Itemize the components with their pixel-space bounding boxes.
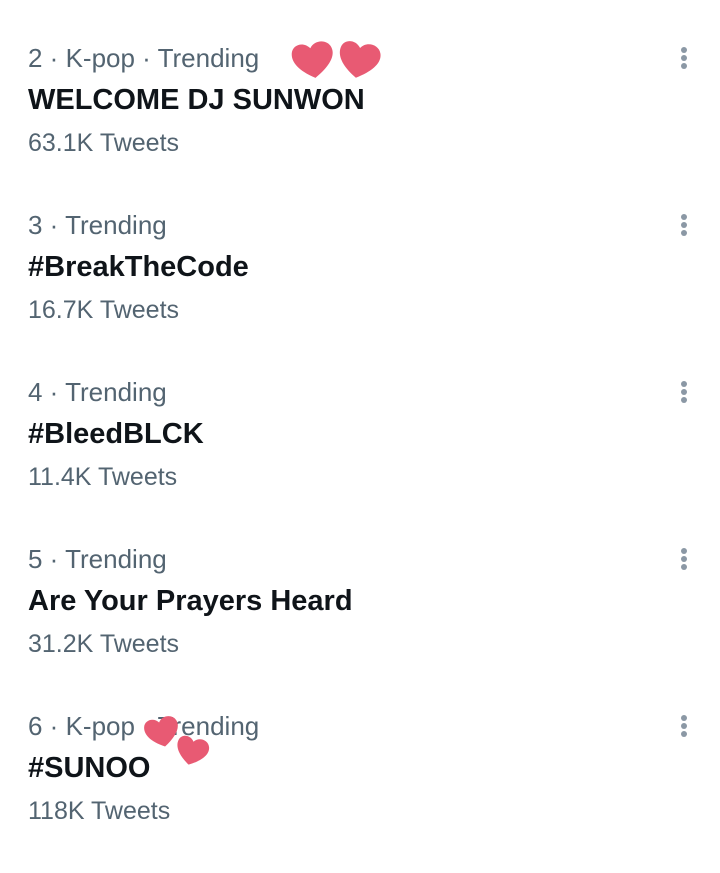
trends-list: 2 · K-pop · Trending WELCOME DJ SUNWON 6… xyxy=(0,0,720,854)
more-options-button[interactable] xyxy=(672,209,696,241)
trend-meta: 2 · K-pop · Trending xyxy=(28,43,260,73)
trend-meta: 3 · Trending xyxy=(28,210,167,240)
more-options-button[interactable] xyxy=(672,376,696,408)
more-vertical-icon xyxy=(681,214,687,236)
trend-meta: 4 · Trending xyxy=(28,377,167,407)
trend-tweet-count: 16.7K Tweets xyxy=(28,296,180,324)
trend-tweet-count: 11.4K Tweets xyxy=(28,463,178,491)
trend-tweet-count: 118K Tweets xyxy=(28,797,171,825)
trend-item-2[interactable]: 2 · K-pop · Trending WELCOME DJ SUNWON 6… xyxy=(0,38,720,205)
more-vertical-icon xyxy=(681,381,687,403)
more-options-button[interactable] xyxy=(672,42,696,74)
more-vertical-icon xyxy=(681,47,687,69)
more-options-button[interactable] xyxy=(672,710,696,742)
trend-item-4[interactable]: 4 · Trending #BleedBLCK 11.4K Tweets xyxy=(0,372,720,539)
more-vertical-icon xyxy=(681,715,687,737)
trend-item-6[interactable]: 6 · K-pop · Trending #SUNOO 118K Tweets xyxy=(0,706,720,873)
trend-meta: 5 · Trending xyxy=(28,544,167,574)
trend-item-3[interactable]: 3 · Trending #BreakTheCode 16.7K Tweets xyxy=(0,205,720,372)
trend-title[interactable]: WELCOME DJ SUNWON xyxy=(28,80,365,120)
more-options-button[interactable] xyxy=(672,543,696,575)
trend-title[interactable]: #SUNOO xyxy=(28,748,150,788)
trend-title[interactable]: #BreakTheCode xyxy=(28,247,249,287)
trend-item-5[interactable]: 5 · Trending Are Your Prayers Heard 31.2… xyxy=(0,539,720,706)
more-vertical-icon xyxy=(681,548,687,570)
trend-title[interactable]: Are Your Prayers Heard xyxy=(28,581,353,621)
trend-meta: 6 · K-pop · Trending xyxy=(28,711,260,741)
trend-tweet-count: 63.1K Tweets xyxy=(28,129,180,157)
trend-tweet-count: 31.2K Tweets xyxy=(28,630,180,658)
trend-title[interactable]: #BleedBLCK xyxy=(28,414,204,454)
